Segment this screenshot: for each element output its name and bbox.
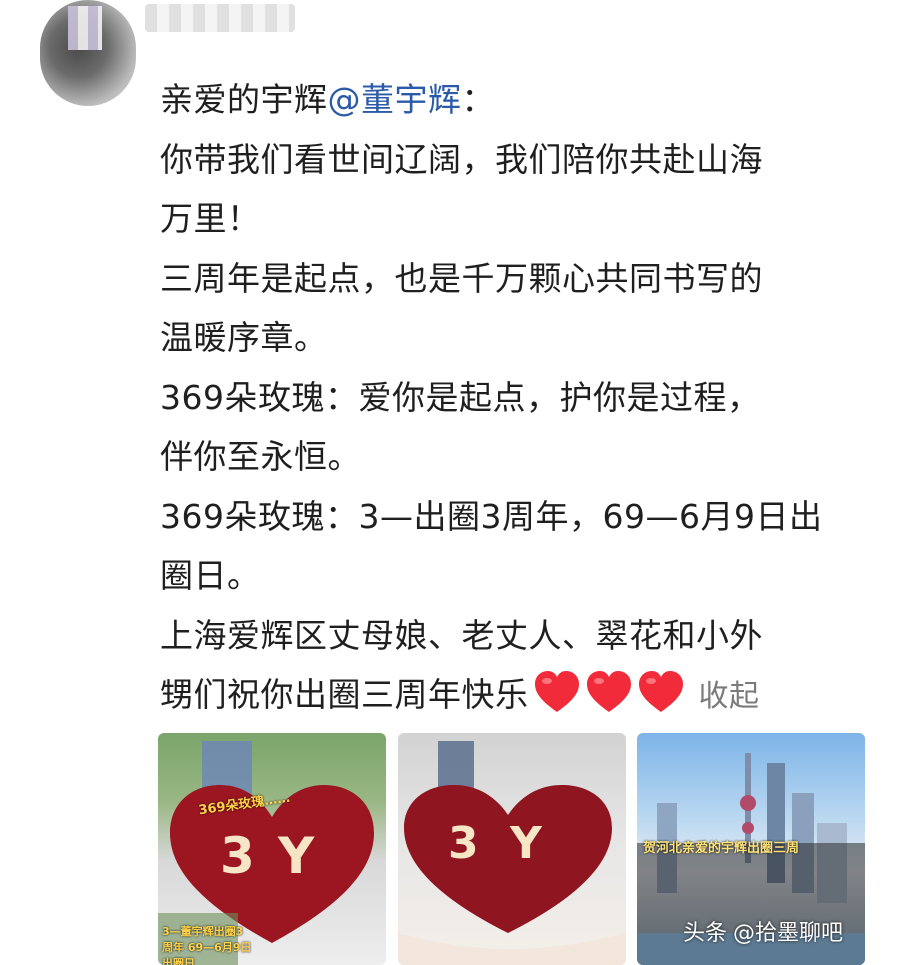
watermark: 头条 @拾墨聊吧 (683, 915, 843, 947)
heart-icon (533, 670, 581, 714)
svg-text:3: 3 (220, 827, 255, 885)
post-line-9: 圈日。 (160, 556, 261, 595)
collapse-button[interactable]: 收起 (699, 679, 760, 714)
post-line-5: 温暖序章。 (160, 318, 328, 357)
post-line-2: 你带我们看世间辽阔，我们陪你共赴山海 (160, 139, 763, 179)
image-gallery: 3 Y 369朵玫瑰…… 3—董宇辉出圈3周年 69—6月9日出圈日 3 Y 贺 (158, 733, 866, 965)
photo-thumbnail-1[interactable]: 3 Y 369朵玫瑰…… 3—董宇辉出圈3周年 69—6月9日出圈日 (158, 733, 386, 965)
post-line-8: 369朵玫瑰：3—出圈3周年，69—6月9日出 (160, 496, 823, 536)
post-body: 亲爱的宇辉@董宇辉： 你带我们看世间辽阔，我们陪你共赴山海 万里！ 三周年是起点… (160, 70, 880, 727)
thumb3-caption: 贺河北亲爱的宇辉出圈三周 (643, 841, 800, 856)
mention-link[interactable]: @董宇辉 (328, 80, 462, 119)
thumb1-bottom-caption: 3—董宇辉出圈3周年 69—6月9日出圈日 (162, 925, 252, 965)
platform-watermark: 头条 (682, 921, 727, 946)
photo-thumbnail-3[interactable]: 贺河北亲爱的宇辉出圈三周 头条 @拾墨聊吧 (637, 733, 865, 965)
photo-thumbnail-2[interactable]: 3 Y (398, 733, 626, 965)
svg-text:Y: Y (277, 827, 315, 885)
post-line-10: 上海爱辉区丈母娘、老丈人、翠花和小外 (160, 615, 763, 655)
heart-icon (637, 670, 685, 714)
final-line-text: 甥们祝你出圈三周年快乐 (160, 675, 529, 714)
svg-text:3: 3 (448, 818, 479, 869)
post-line-7: 伴你至永恒。 (160, 437, 361, 476)
svg-text:Y: Y (509, 818, 543, 869)
heart-emojis (533, 670, 689, 714)
post-line-11: 甥们祝你出圈三周年快乐 收起 (160, 665, 880, 727)
post-line-6: 369朵玫瑰：爱你是起点，护你是过程， (160, 377, 761, 417)
account-watermark: @拾墨聊吧 (732, 921, 843, 946)
avatar[interactable] (40, 0, 136, 106)
post-line-3: 万里！ (160, 199, 261, 238)
post-line-4: 三周年是起点，也是千万颗心共同书写的 (160, 258, 763, 298)
colon-text: ： (461, 80, 495, 119)
greeting-text: 亲爱的宇辉 (160, 80, 328, 119)
username-blurred[interactable] (145, 4, 295, 32)
post-line-1: 亲爱的宇辉@董宇辉： (160, 70, 880, 130)
heart-icon (585, 670, 633, 714)
